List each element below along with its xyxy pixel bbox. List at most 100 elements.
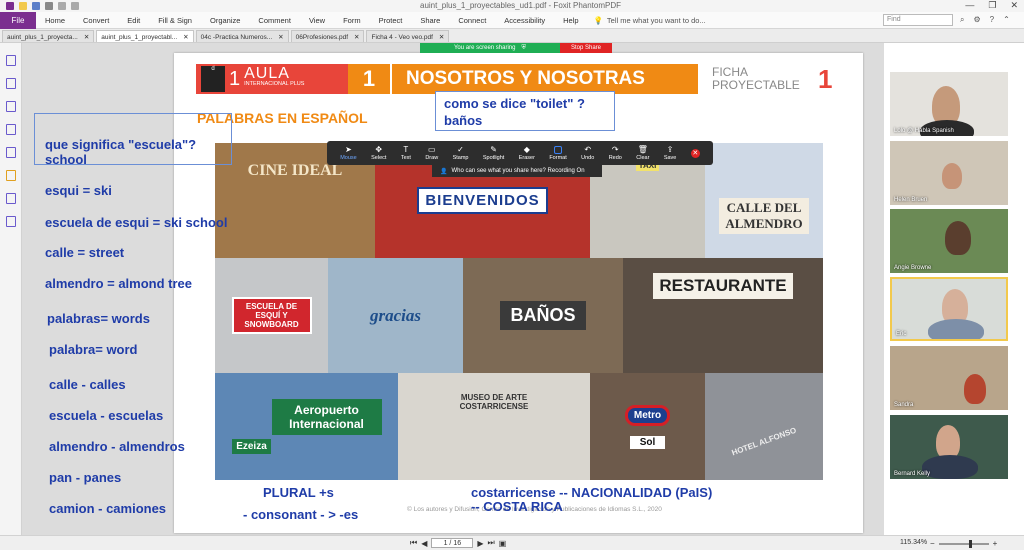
doc-tab-active[interactable]: auint_plus_1_proyectabl... ✕	[96, 30, 194, 42]
title-bar: auint_plus_1_proyectables_ud1.pdf - Foxi…	[0, 0, 1024, 12]
people-icon: 👤	[440, 168, 448, 175]
participant-shirt	[928, 319, 984, 339]
undo-icon[interactable]	[58, 2, 66, 10]
menu-edit[interactable]: Edit	[118, 16, 149, 25]
tell-me-search[interactable]: 💡 Tell me what you want to do...	[594, 16, 706, 25]
zoom-in-icon[interactable]: +	[993, 539, 998, 548]
annotation-text: calle - calles	[49, 377, 126, 392]
zoom-out-icon[interactable]: −	[930, 539, 935, 548]
menu-view[interactable]: View	[300, 16, 334, 25]
annotation-text: almendro = almond tree	[45, 276, 193, 291]
search-icon[interactable]: ⌕	[960, 15, 964, 25]
menu-comment[interactable]: Comment	[249, 16, 300, 25]
stamp-tool[interactable]: ✓ Stamp	[453, 145, 469, 161]
security-shield-icon[interactable]: ⛨	[521, 45, 526, 52]
menu-home[interactable]: Home	[36, 16, 74, 25]
close-icon: ✕	[690, 148, 700, 158]
fields-icon[interactable]	[5, 193, 16, 204]
participant-video[interactable]: Angie Browne	[890, 209, 1008, 273]
menu-help[interactable]: Help	[554, 16, 587, 25]
save-tool[interactable]: ⇪ Save	[664, 145, 677, 161]
move-icon: ✥	[375, 145, 383, 154]
recording-notice[interactable]: 👤 Who can see what you share here? Recor…	[432, 165, 602, 177]
text-tool[interactable]: T Text	[401, 145, 411, 161]
close-tab-icon[interactable]: ✕	[84, 33, 89, 41]
annotation-text: palabra= word	[49, 342, 138, 357]
open-icon[interactable]	[19, 2, 27, 10]
menu-accessibility[interactable]: Accessibility	[495, 16, 554, 25]
ficha-label: FICHA PROYECTABLE	[712, 65, 800, 92]
collapse-ribbon-icon[interactable]: ⌃	[1003, 15, 1010, 25]
first-page-icon[interactable]: ⏮	[410, 538, 417, 548]
participant-video-active[interactable]: Eric	[890, 277, 1008, 341]
menu-connect[interactable]: Connect	[449, 16, 495, 25]
last-page-icon[interactable]: ⏭	[488, 538, 495, 548]
select-tool[interactable]: ✥ Select	[371, 145, 386, 161]
close-button[interactable]: ✕	[1010, 0, 1018, 11]
zoom-slider-handle[interactable]	[968, 539, 972, 548]
bookmarks-icon[interactable]	[5, 55, 16, 66]
menu-form[interactable]: Form	[334, 16, 370, 25]
help-icon[interactable]: ?	[990, 15, 994, 25]
signature-icon[interactable]	[5, 216, 16, 227]
participant-video[interactable]: Bernard Kelly	[890, 415, 1008, 479]
stamp-icon: ✓	[457, 145, 464, 154]
file-menu[interactable]: File	[0, 11, 36, 29]
annotation-text: pan - panes	[49, 470, 122, 485]
mouse-tool[interactable]: ➤ Mouse	[340, 145, 357, 161]
close-toolbar-button[interactable]: ✕	[690, 148, 700, 158]
menu-protect[interactable]: Protect	[370, 16, 412, 25]
share-status-text: You are screen sharing	[453, 45, 516, 51]
stop-share-button[interactable]: Stop Share	[560, 43, 612, 53]
participant-video[interactable]: Lolo @ Habla Spanish	[890, 72, 1008, 136]
menu-convert[interactable]: Convert	[74, 16, 118, 25]
layers-icon[interactable]	[5, 101, 16, 112]
next-page-icon[interactable]: ▶	[477, 539, 483, 548]
annotation-text: PLURAL +s	[263, 485, 334, 500]
photo-escuela-de-esqui: ESCUELA DE ESQUÍ Y SNOWBOARD	[215, 258, 328, 373]
minimize-button[interactable]: —	[965, 0, 974, 11]
doc-tab[interactable]: 06Profesiones.pdf ✕	[290, 30, 365, 42]
security-icon[interactable]	[5, 170, 16, 181]
doc-tab[interactable]: 04c -Practica Numeros... ✕	[195, 30, 289, 42]
zoom-level[interactable]: 115.34%	[900, 539, 927, 546]
doc-tab[interactable]: auint_plus_1_proyecta... ✕	[2, 30, 95, 42]
find-input[interactable]: Find	[883, 14, 953, 26]
attachments-icon[interactable]	[5, 147, 16, 158]
doc-tab[interactable]: Ficha 4 - Veo veo.pdf ✕	[366, 30, 450, 42]
close-tab-icon[interactable]: ✕	[278, 33, 283, 41]
pointer-icon: ➤	[345, 145, 352, 154]
settings-icon[interactable]: ⚙	[973, 15, 980, 25]
save-icon[interactable]	[32, 2, 40, 10]
participant-video[interactable]: Helen Bruen	[890, 141, 1008, 205]
unit-number: 1	[348, 64, 390, 94]
page-number-input[interactable]: 1 / 16	[431, 538, 474, 548]
close-tab-icon[interactable]: ✕	[354, 33, 359, 41]
pages-icon[interactable]	[5, 78, 16, 89]
spotlight-tool[interactable]: ✎ Spotlight	[483, 145, 504, 161]
print-icon[interactable]	[45, 2, 53, 10]
menu-share[interactable]: Share	[411, 16, 449, 25]
participant-shirt	[922, 455, 978, 479]
zoom-slider[interactable]	[938, 539, 989, 548]
prev-page-icon[interactable]: ◀	[421, 539, 427, 548]
close-tab-icon[interactable]: ✕	[439, 33, 444, 41]
view-mode-icon[interactable]: ▣	[499, 539, 507, 548]
redo-icon[interactable]	[71, 2, 79, 10]
draw-tool[interactable]: ▭ Draw	[425, 145, 438, 161]
navigation-sidebar	[0, 43, 22, 550]
participant-video[interactable]: Sandra	[890, 346, 1008, 410]
clear-tool[interactable]: 🗑 Clear	[636, 145, 649, 161]
redo-icon: ↷	[611, 145, 619, 154]
menu-fill-sign[interactable]: Fill & Sign	[149, 16, 201, 25]
undo-tool[interactable]: ↶ Undo	[581, 145, 594, 161]
redo-tool[interactable]: ↷ Redo	[609, 145, 622, 161]
comments-icon[interactable]	[5, 124, 16, 135]
draw-icon: ▭	[427, 145, 436, 154]
close-tab-icon[interactable]: ✕	[183, 33, 188, 41]
photo-aeropuerto: Aeropuerto Internacional Ezeiza	[215, 373, 398, 480]
maximize-button[interactable]: ❐	[988, 0, 996, 11]
eraser-tool[interactable]: ◆ Eraser	[519, 145, 535, 161]
format-tool[interactable]: Format	[549, 145, 567, 161]
menu-organize[interactable]: Organize	[201, 16, 249, 25]
